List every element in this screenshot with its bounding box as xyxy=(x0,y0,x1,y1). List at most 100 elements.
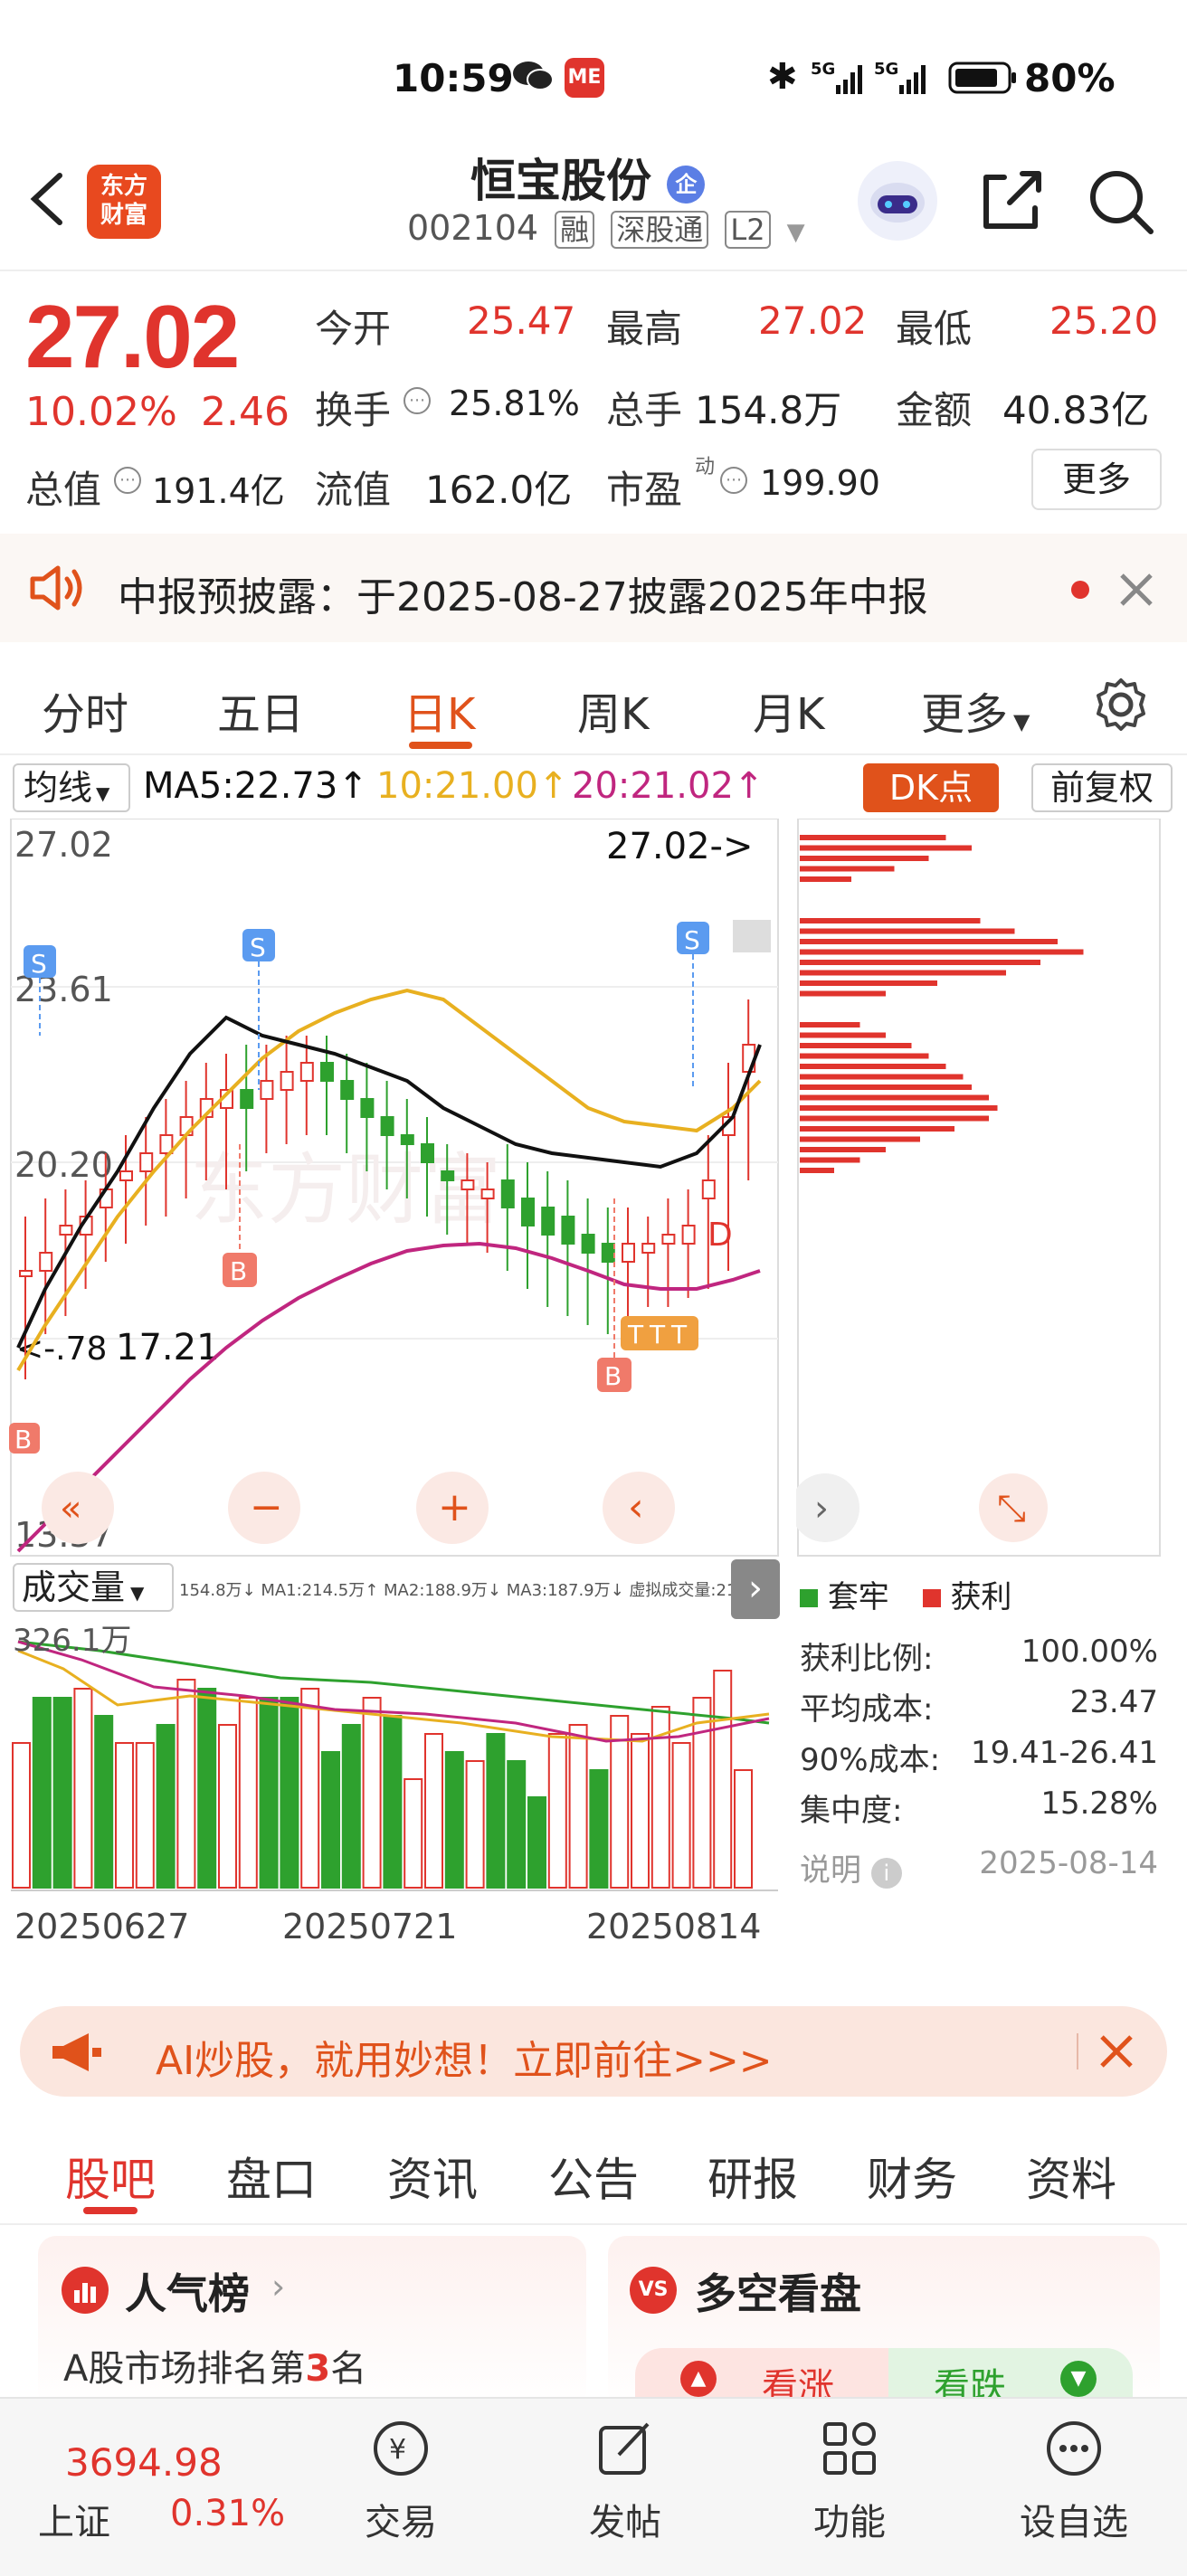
dk-point-button[interactable]: DK点 xyxy=(863,763,999,812)
ma-selector[interactable]: 均线 ▼ xyxy=(13,763,130,812)
volume-bar xyxy=(734,1769,753,1889)
rank-number: 3 xyxy=(305,2348,331,2390)
chip-bar xyxy=(800,980,937,986)
back-button[interactable] xyxy=(20,161,74,233)
amount-value: 40.83亿 xyxy=(1002,388,1150,432)
tab-more[interactable]: 更多 ▼ xyxy=(921,678,1030,742)
zoom-in-icon[interactable]: + xyxy=(438,1484,471,1530)
tab-profile[interactable]: 资料 xyxy=(1026,2144,1116,2209)
nav-trade[interactable]: ¥ 交易 xyxy=(310,2417,491,2545)
tab-daily-k[interactable]: 日K xyxy=(404,678,475,742)
scroll-right-icon[interactable]: › xyxy=(814,1488,829,1530)
chip-stat-row: 平均成本: 23.47 xyxy=(800,1684,1158,1728)
tab-intraday[interactable]: 分时 xyxy=(42,678,128,742)
index-ticker[interactable]: 3694.98 上证 0.31% xyxy=(0,2399,290,2576)
tab-news[interactable]: 资讯 xyxy=(387,2144,478,2209)
low-price-value: 17.21 xyxy=(116,1327,220,1368)
nav-post[interactable]: 发帖 xyxy=(535,2417,716,2545)
candle-body xyxy=(280,1071,294,1091)
tab-five-day[interactable]: 五日 xyxy=(217,678,304,742)
adjust-button[interactable]: 前复权 xyxy=(1031,763,1173,812)
info-icon[interactable]: ⋯ xyxy=(114,467,141,494)
open-label: 今开 xyxy=(315,307,392,351)
tab-weekly-k[interactable]: 周K xyxy=(577,678,649,742)
close-icon[interactable] xyxy=(1116,570,1156,613)
change-amount: 2.46 xyxy=(201,389,290,435)
candle-body xyxy=(119,1170,133,1181)
popularity-card[interactable]: 人气榜 › A股市场排名第3名 xyxy=(38,2236,586,2408)
candle-body xyxy=(240,1089,254,1109)
profit-swatch xyxy=(922,1589,941,1607)
tab-orderbook[interactable]: 盘口 xyxy=(226,2144,317,2209)
assistant-avatar[interactable] xyxy=(858,161,937,241)
chevron-right-icon: › xyxy=(271,2267,286,2306)
bull-bear-card[interactable]: VS 多空看盘 ▲ 看涨 看跌 ▼ xyxy=(608,2236,1160,2408)
chip-stat-value: 15.28% xyxy=(1040,1785,1158,1822)
search-icon[interactable] xyxy=(1086,166,1158,239)
volume-bar xyxy=(671,1742,691,1889)
settings-gear-icon[interactable] xyxy=(1091,675,1151,738)
chip-bar xyxy=(800,949,1084,955)
tab-forum[interactable]: 股吧 xyxy=(65,2144,156,2209)
fullscreen-icon[interactable]: ⤡ xyxy=(997,1488,1026,1530)
chip-note-row[interactable]: 说明 i 2025-08-14 xyxy=(800,1845,1158,1889)
high-label: 最高 xyxy=(606,307,683,351)
chip-bar xyxy=(800,960,1040,965)
t-marker: T xyxy=(670,1320,688,1350)
expand-panel-button[interactable]: › xyxy=(731,1559,780,1619)
nav-functions[interactable]: 功能 xyxy=(759,2417,940,2545)
tag-level2: L2 xyxy=(725,211,771,249)
nav-watchlist-label: 设自选 xyxy=(1020,2502,1128,2543)
volume-bar xyxy=(300,1688,320,1889)
volume-bar xyxy=(73,1688,93,1889)
chip-stat-row: 集中度: 15.28% xyxy=(800,1785,1158,1830)
tab-monthly-k[interactable]: 月K xyxy=(753,678,824,742)
trapped-label: 套牢 xyxy=(827,1579,889,1615)
chip-bar xyxy=(800,1094,989,1101)
arrow-up-icon: ▲ xyxy=(680,2361,717,2397)
chip-bar xyxy=(800,876,851,882)
ai-banner[interactable]: AI炒股，就用妙想！立即前往>>> xyxy=(20,2006,1167,2097)
volume-bar xyxy=(507,1760,527,1889)
notice-bar[interactable]: 中报预披露：于2025-08-27披露2025年中报 xyxy=(0,534,1187,642)
sell-marker: S xyxy=(684,925,700,955)
stock-code-row[interactable]: 002104 融 深股通 L2 ▼ xyxy=(407,208,805,249)
chip-stat-value: 19.41-26.41 xyxy=(971,1735,1158,1771)
info-icon[interactable]: ⋯ xyxy=(720,467,747,494)
volume-ma-stats: 154.8万↓ MA1:214.5万↑ MA2:188.9万↓ MA3:187.… xyxy=(179,1581,780,1600)
tab-financials[interactable]: 财务 xyxy=(867,2144,957,2209)
nav-watchlist[interactable]: 设自选 xyxy=(983,2417,1164,2545)
fast-back-icon[interactable]: « xyxy=(60,1488,81,1530)
volume-chart: 326.1万 xyxy=(11,1624,778,1891)
trade-icon: ¥ xyxy=(374,2421,428,2476)
tab-announcements[interactable]: 公告 xyxy=(548,2144,639,2209)
change-percent: 10.02% xyxy=(25,389,177,435)
app-notification-icon: ME xyxy=(565,58,604,98)
volume-selector[interactable]: 成交量 ▼ xyxy=(13,1563,174,1612)
zoom-out-icon[interactable]: − xyxy=(250,1484,283,1530)
chevron-down-icon[interactable]: ▼ xyxy=(787,219,805,246)
chip-stat-label: 集中度: xyxy=(800,1793,903,1829)
chip-bar xyxy=(800,1157,860,1163)
ma10-value: 10:21.00↑ xyxy=(376,765,569,807)
float-label: 流值 xyxy=(315,468,392,512)
chip-stat-value: 100.00% xyxy=(1021,1634,1158,1670)
chip-stat-value: 23.47 xyxy=(1069,1684,1158,1720)
chip-bar xyxy=(800,1168,834,1173)
close-icon[interactable] xyxy=(1097,2031,1136,2075)
pe-value: 199.90 xyxy=(760,463,880,503)
megaphone-icon xyxy=(49,2030,103,2079)
chip-note-date: 2025-08-14 xyxy=(979,1845,1158,1881)
volume-bar xyxy=(135,1742,155,1889)
more-button[interactable]: 更多 xyxy=(1031,449,1162,510)
share-icon[interactable] xyxy=(977,166,1046,235)
tab-research[interactable]: 研报 xyxy=(707,2144,798,2209)
chip-bar xyxy=(800,1105,998,1111)
volume-bar xyxy=(383,1715,403,1889)
info-icon[interactable]: ⋯ xyxy=(404,387,431,414)
kline-chart[interactable]: 东方财富 27.02 23.61 20.20 13.37 27.02-> <-.… xyxy=(9,819,780,1560)
ma20-value: 20:21.02↑ xyxy=(572,765,764,807)
battery-percent: 80% xyxy=(1024,56,1116,100)
volume-bar xyxy=(465,1760,485,1889)
scroll-left-icon[interactable]: ‹ xyxy=(628,1484,644,1530)
